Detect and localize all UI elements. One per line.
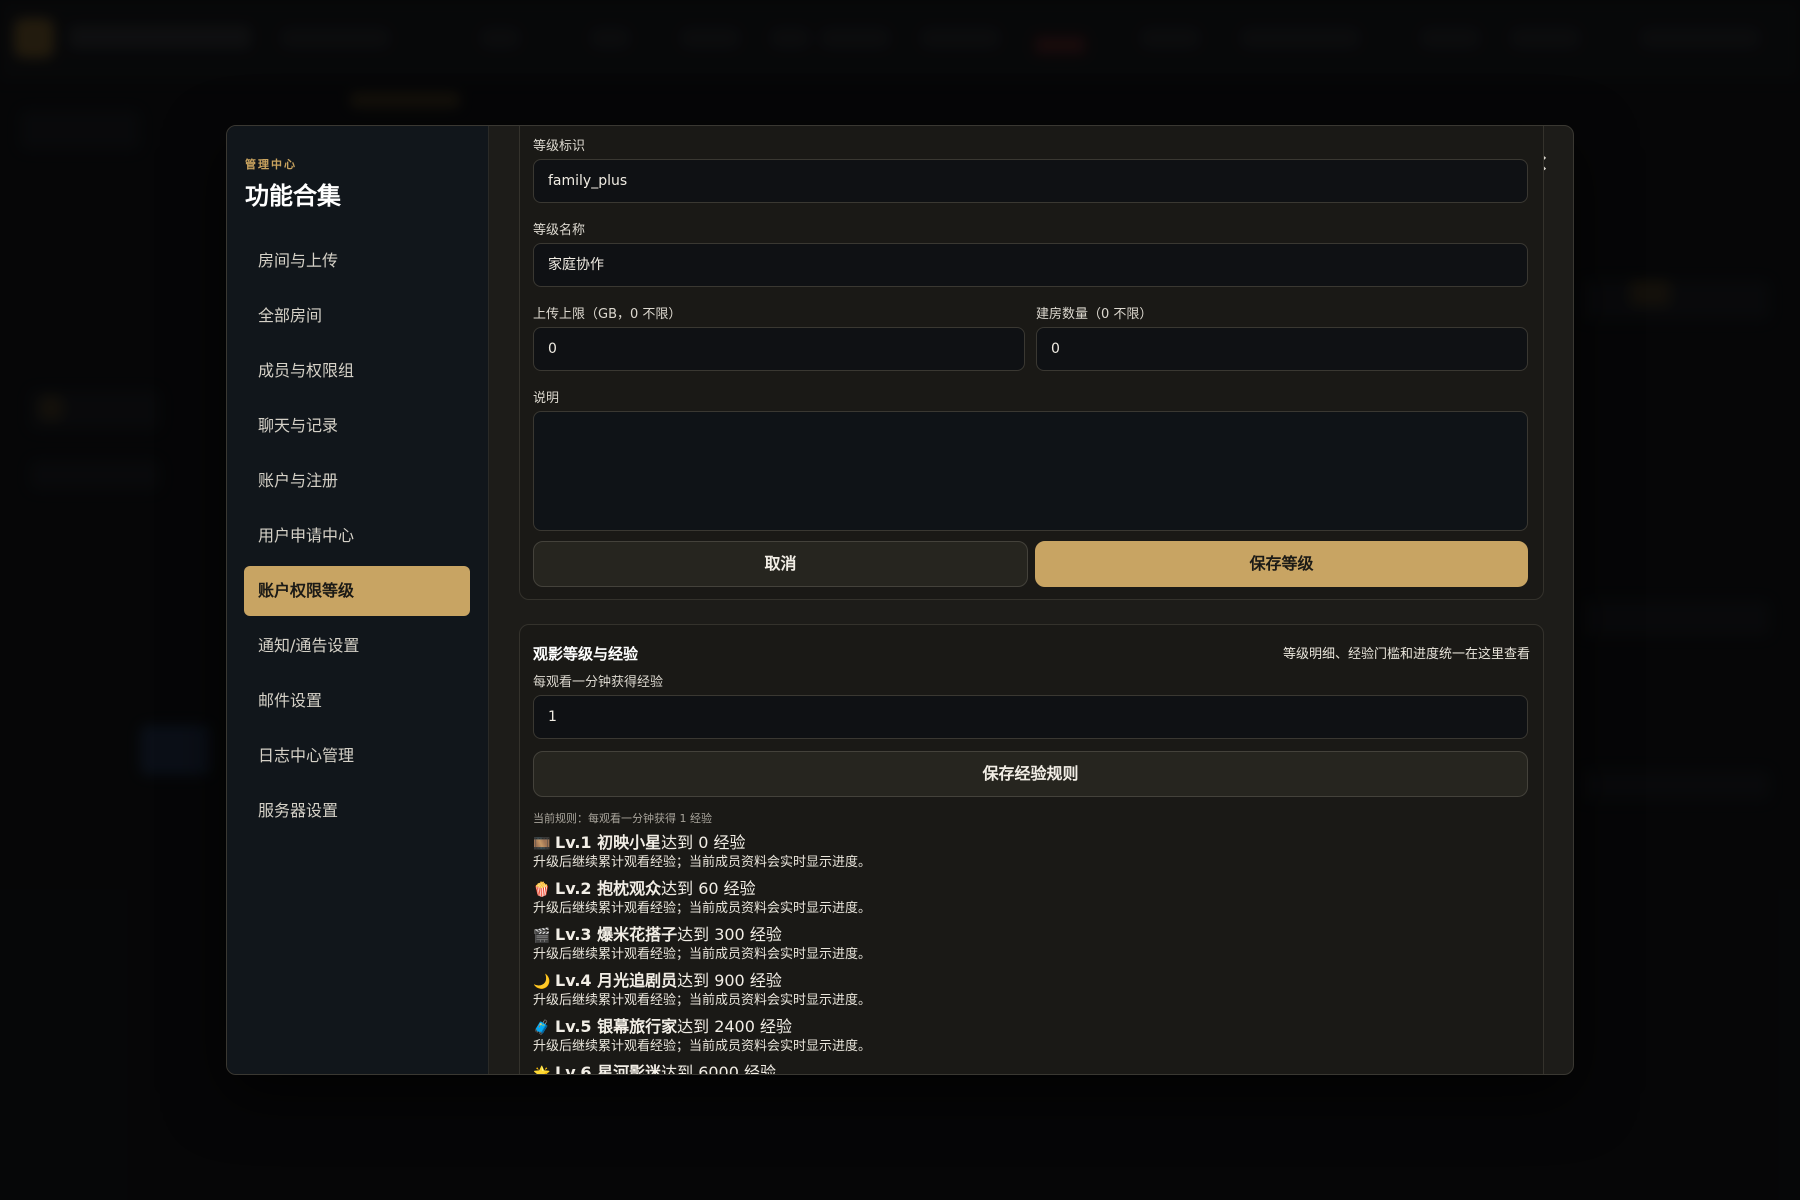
level-item: 🍿 Lv.2 抱枕观众达到 60 经验 升级后继续累计观看经验；当前成员资料会实时显… [533,878,1433,918]
level-heading: 🌙 Lv.4 月光追剧员达到 900 经验 [533,970,1433,992]
save-experience-button[interactable]: 保存经验规则 [533,751,1528,797]
experience-title: 观影等级与经验 [533,645,639,663]
modal-title: 功能合集 [245,182,341,210]
upload-limit-label: 上传上限（GB，0 不限） [533,307,682,322]
save-tier-button[interactable]: 保存等级 [1035,541,1528,587]
suitcase-icon: 🧳 [533,1020,551,1036]
level-heading: 🎞️ Lv.1 初映小星达到 0 经验 [533,832,1433,854]
sidebar-item[interactable]: 服务器设置 [244,786,470,836]
per-minute-input[interactable]: 1 [533,695,1528,739]
clapper-icon: 🎬 [533,928,551,944]
modal-content: 等级标识 family_plus 等级名称 家庭协作 上传上限（GB，0 不限）… [489,126,1573,1074]
level-item: 🧳 Lv.5 银幕旅行家达到 2400 经验 升级后继续累计观看经验；当前成员资料会… [533,1016,1433,1056]
level-description: 升级后继续累计观看经验；当前成员资料会实时显示进度。 [533,947,872,962]
tier-name-label: 等级名称 [533,223,586,238]
level-description: 升级后继续累计观看经验；当前成员资料会实时显示进度。 [533,855,872,870]
sidebar-item[interactable]: 账户权限等级 [244,566,470,616]
admin-modal: 管理中心 功能合集 房间与上传 全部房间 成员与权限组 聊天与记录 账户与注册 用户申请中… [226,125,1574,1075]
level-threshold: 达到 0 经验 [661,833,746,852]
cancel-button[interactable]: 取消 [533,541,1028,587]
sidebar-item[interactable]: 日志中心管理 [244,731,470,781]
level-heading: 🍿 Lv.2 抱枕观众达到 60 经验 [533,878,1433,900]
sidebar-item[interactable]: 成员与权限组 [244,346,470,396]
modal-kicker: 管理中心 [245,158,297,171]
tier-form-card: 等级标识 family_plus 等级名称 家庭协作 上传上限（GB，0 不限）… [519,126,1544,600]
sidebar-item[interactable]: 通知/通告设置 [244,621,470,671]
description-label: 说明 [533,391,560,406]
level-item: 🎬 Lv.3 爆米花搭子达到 300 经验 升级后继续累计观看经验；当前成员资料会实… [533,924,1433,964]
level-item: 🌟Lv.6 星河影迷达到 6000 经验升级后继续累计观看经验；当前成员资料会实… [533,1062,1433,1074]
film-icon: 🎞️ [533,836,551,852]
upload-limit-input[interactable]: 0 [533,327,1025,371]
sidebar-item[interactable]: 用户申请中心 [244,511,470,561]
current-rule-text: 当前规则：每观看一分钟获得 1 经验 [533,812,712,825]
level-heading: 🌟 Lv.6 星河影迷达到 6000 经验 [533,1062,1433,1074]
sidebar-item[interactable]: 房间与上传 [244,236,470,286]
level-name: Lv.2 抱枕观众 [555,879,662,898]
description-textarea[interactable] [533,411,1528,531]
room-limit-input[interactable]: 0 [1036,327,1528,371]
level-threshold: 达到 2400 经验 [677,1017,793,1036]
modal-sidebar: 管理中心 功能合集 房间与上传 全部房间 成员与权限组 聊天与记录 账户与注册 用户申请中… [227,126,489,1074]
level-heading: 🧳 Lv.5 银幕旅行家达到 2400 经验 [533,1016,1433,1038]
level-description: 升级后继续累计观看经验；当前成员资料会实时显示进度。 [533,901,872,916]
sidebar-item[interactable]: 邮件设置 [244,676,470,726]
level-threshold: 达到 300 经验 [677,925,782,944]
tier-name-input[interactable]: 家庭协作 [533,243,1528,287]
level-item: 🌙 Lv.4 月光追剧员达到 900 经验 升级后继续累计观看经验；当前成员资料会实… [533,970,1433,1010]
experience-card: 观影等级与经验 等级明细、经验门槛和进度统一在这里查看 每观看一分钟获得经验 1… [519,624,1544,1074]
level-name: Lv.4 月光追剧员 [555,971,678,990]
level-name: Lv.1 初映小星 [555,833,662,852]
level-threshold: 达到 6000 经验 [661,1063,777,1074]
star-icon: 🌟 [533,1066,551,1074]
level-item: 🎞️ Lv.1 初映小星达到 0 经验 升级后继续累计观看经验；当前成员资料会实时显… [533,832,1433,872]
level-name: Lv.6 星河影迷 [555,1063,662,1074]
sidebar-item[interactable]: 聊天与记录 [244,401,470,451]
room-limit-label: 建房数量（0 不限） [1036,307,1153,322]
level-description: 升级后继续累计观看经验；当前成员资料会实时显示进度。 [533,1039,872,1054]
level-name: Lv.5 银幕旅行家 [555,1017,678,1036]
tier-id-label: 等级标识 [533,139,586,154]
moon-icon: 🌙 [533,974,551,990]
level-heading: 🎬 Lv.3 爆米花搭子达到 300 经验 [533,924,1433,946]
per-minute-label: 每观看一分钟获得经验 [533,675,664,690]
sidebar-nav: 房间与上传 全部房间 成员与权限组 聊天与记录 账户与注册 用户申请中心 账户权限等级 通知/… [244,236,470,841]
tier-id-input[interactable]: family_plus [533,159,1528,203]
level-description: 升级后继续累计观看经验；当前成员资料会实时显示进度。 [533,993,872,1008]
popcorn-icon: 🍿 [533,882,551,898]
experience-hint: 等级明细、经验门槛和进度统一在这里查看 [1282,647,1530,662]
level-name: Lv.3 爆米花搭子 [555,925,678,944]
level-threshold: 达到 900 经验 [677,971,782,990]
sidebar-item[interactable]: 账户与注册 [244,456,470,506]
level-list: 🎞️ Lv.1 初映小星达到 0 经验 升级后继续累计观看经验；当前成员资料会实时显… [533,832,1433,1074]
sidebar-item[interactable]: 全部房间 [244,291,470,341]
level-threshold: 达到 60 经验 [661,879,756,898]
